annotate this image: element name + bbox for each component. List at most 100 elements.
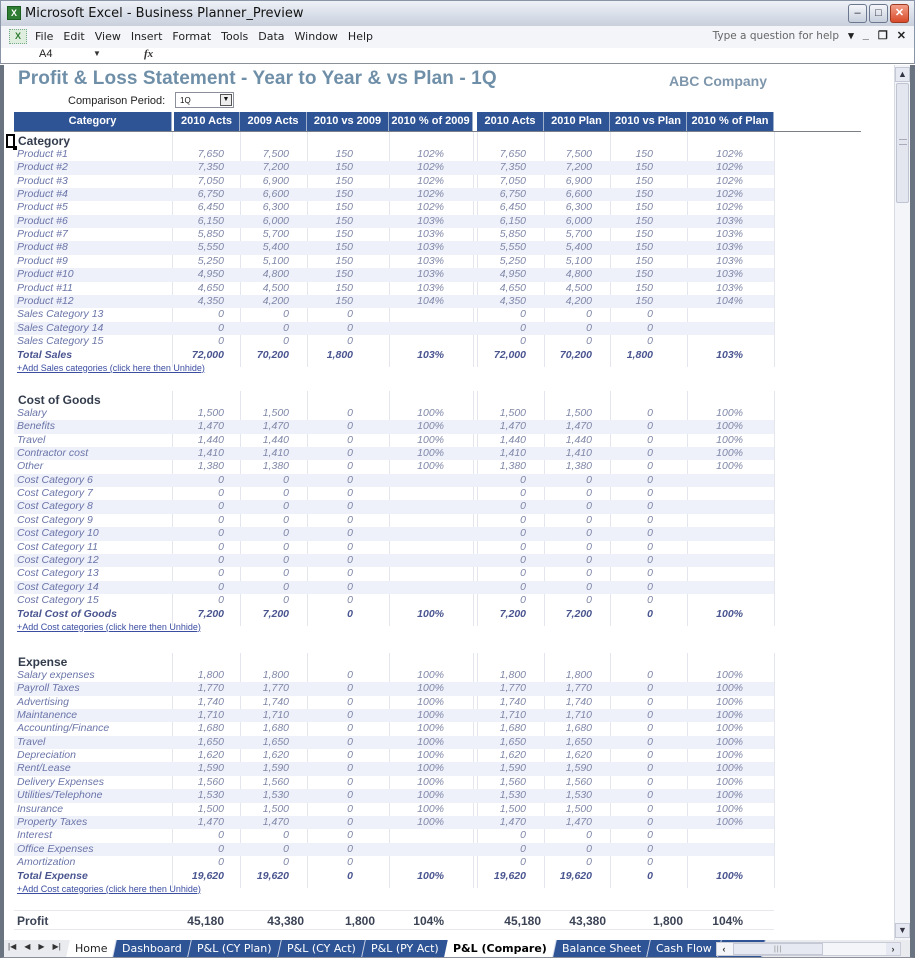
value-cell[interactable]: 1,380 [263, 460, 289, 473]
value-cell[interactable]: 150 [635, 241, 653, 254]
workbook-icon[interactable]: X [9, 29, 27, 44]
value-cell[interactable]: 150 [335, 268, 353, 281]
value-cell[interactable]: 150 [335, 148, 353, 161]
menu-format[interactable]: Format [172, 30, 218, 43]
fx-icon[interactable]: fx [144, 48, 153, 60]
value-cell[interactable]: 0 [283, 829, 289, 842]
menu-window[interactable]: Window [295, 30, 345, 43]
profit-value[interactable]: 1,800 [345, 914, 375, 928]
value-cell[interactable]: 0 [218, 843, 224, 856]
table-row[interactable]: Sales Category 15 0 0 0 0 0 0 [14, 335, 774, 348]
value-cell[interactable]: 0 [347, 407, 353, 420]
value-cell[interactable]: 0 [586, 308, 592, 321]
profit-value[interactable]: 1,800 [653, 914, 683, 928]
table-row[interactable]: Travel 1,440 1,440 0 100% 1,440 1,440 0 100% [14, 434, 774, 447]
table-row[interactable]: Benefits 1,470 1,470 0 100% 1,470 1,470 0 100% [14, 420, 774, 434]
value-cell[interactable]: 7,200 [263, 161, 289, 174]
value-cell[interactable]: 7,350 [198, 161, 224, 174]
value-cell[interactable]: 4,950 [500, 268, 526, 281]
value-cell[interactable]: 0 [647, 749, 653, 762]
chevron-down-icon[interactable]: ▼ [220, 94, 232, 106]
table-row[interactable]: Product #4 6,750 6,600 150 102% 6,750 6,600 150… [14, 188, 774, 202]
value-cell[interactable]: 100% [716, 776, 743, 789]
table-row[interactable]: Product #12 4,350 4,200 150 104% 4,350 4,200 15… [14, 294, 774, 309]
value-cell[interactable]: 150 [335, 175, 353, 188]
table-row[interactable]: Product #7 5,850 5,700 150 103% 5,850 5,700 150… [14, 228, 774, 241]
value-cell[interactable]: 0 [647, 736, 653, 749]
value-cell[interactable]: 1,470 [500, 816, 526, 829]
table-row[interactable]: Product #5 6,450 6,300 150 102% 6,450 6,300 150… [14, 201, 774, 214]
menu-edit[interactable]: Edit [63, 30, 91, 43]
value-cell[interactable]: 1,500 [500, 407, 526, 420]
value-cell[interactable]: 103% [716, 241, 743, 254]
value-cell[interactable]: 0 [347, 567, 353, 580]
value-cell[interactable]: 0 [347, 803, 353, 816]
value-cell[interactable]: 100% [417, 420, 444, 433]
value-cell[interactable]: 6,900 [566, 175, 592, 188]
table-row[interactable]: Product #1 7,650 7,500 150 102% 7,650 7,500 150… [14, 148, 774, 161]
value-cell[interactable]: 0 [647, 608, 653, 621]
table-row[interactable]: Salary 1,500 1,500 0 100% 1,500 1,500 0 100% [14, 407, 774, 420]
profit-value[interactable]: 43,380 [267, 914, 304, 928]
table-row[interactable]: Cost Category 6 0 0 0 0 0 0 [14, 473, 774, 488]
value-cell[interactable]: 1,470 [263, 816, 289, 829]
value-cell[interactable]: 0 [347, 541, 353, 554]
value-cell[interactable]: 0 [218, 829, 224, 842]
value-cell[interactable]: 1,590 [566, 762, 592, 775]
value-cell[interactable]: 1,800 [500, 669, 526, 682]
value-cell[interactable]: 0 [586, 335, 592, 348]
next-sheet-icon[interactable]: ▶ [38, 942, 44, 951]
value-cell[interactable]: 103% [716, 349, 743, 362]
value-cell[interactable]: 150 [335, 241, 353, 254]
value-cell[interactable]: 0 [647, 594, 653, 607]
value-cell[interactable]: 150 [635, 148, 653, 161]
menu-insert[interactable]: Insert [131, 30, 170, 43]
value-cell[interactable]: 102% [716, 175, 743, 188]
value-cell[interactable]: 100% [417, 407, 444, 420]
value-cell[interactable]: 100% [716, 762, 743, 775]
value-cell[interactable]: 100% [417, 803, 444, 816]
value-cell[interactable]: 103% [417, 255, 444, 268]
value-cell[interactable]: 6,900 [263, 175, 289, 188]
value-cell[interactable]: 6,300 [263, 201, 289, 214]
value-cell[interactable]: 0 [347, 514, 353, 527]
value-cell[interactable]: 100% [716, 460, 743, 473]
value-cell[interactable]: 0 [586, 843, 592, 856]
value-cell[interactable]: 150 [635, 188, 653, 201]
value-cell[interactable]: 0 [218, 474, 224, 487]
value-cell[interactable]: 5,700 [566, 228, 592, 241]
value-cell[interactable]: 100% [417, 789, 444, 802]
value-cell[interactable]: 0 [647, 500, 653, 513]
value-cell[interactable]: 150 [335, 201, 353, 214]
menu-view[interactable]: View [95, 30, 128, 43]
value-cell[interactable]: 1,410 [198, 447, 224, 460]
value-cell[interactable]: 6,300 [566, 201, 592, 214]
value-cell[interactable]: 1,800 [327, 349, 353, 362]
table-row[interactable]: Office Expenses 0 0 0 0 0 0 [14, 842, 774, 856]
value-cell[interactable]: 150 [635, 215, 653, 228]
table-row[interactable]: Cost Category 9 0 0 0 0 0 0 [14, 514, 774, 527]
value-cell[interactable]: 0 [347, 447, 353, 460]
value-cell[interactable]: 0 [647, 474, 653, 487]
value-cell[interactable]: 0 [283, 514, 289, 527]
value-cell[interactable]: 19,620 [192, 870, 224, 883]
value-cell[interactable]: 1,680 [500, 722, 526, 735]
value-cell[interactable]: 0 [347, 487, 353, 500]
value-cell[interactable]: 150 [635, 228, 653, 241]
value-cell[interactable]: 1,620 [566, 749, 592, 762]
value-cell[interactable]: 100% [417, 608, 444, 621]
sheet-tab[interactable]: P&L (Compare) [444, 940, 557, 957]
table-row[interactable]: Product #9 5,250 5,100 150 103% 5,250 5,100 150… [14, 255, 774, 268]
value-cell[interactable]: 5,250 [198, 255, 224, 268]
value-cell[interactable]: 6,600 [566, 188, 592, 201]
value-cell[interactable]: 72,000 [192, 349, 224, 362]
value-cell[interactable]: 0 [647, 554, 653, 567]
menu-tools[interactable]: Tools [221, 30, 255, 43]
value-cell[interactable]: 0 [520, 322, 526, 335]
value-cell[interactable]: 0 [283, 322, 289, 335]
scroll-down-icon[interactable]: ▼ [895, 923, 910, 938]
value-cell[interactable]: 0 [218, 514, 224, 527]
value-cell[interactable]: 0 [520, 514, 526, 527]
value-cell[interactable]: 0 [586, 487, 592, 500]
value-cell[interactable]: 1,500 [566, 407, 592, 420]
